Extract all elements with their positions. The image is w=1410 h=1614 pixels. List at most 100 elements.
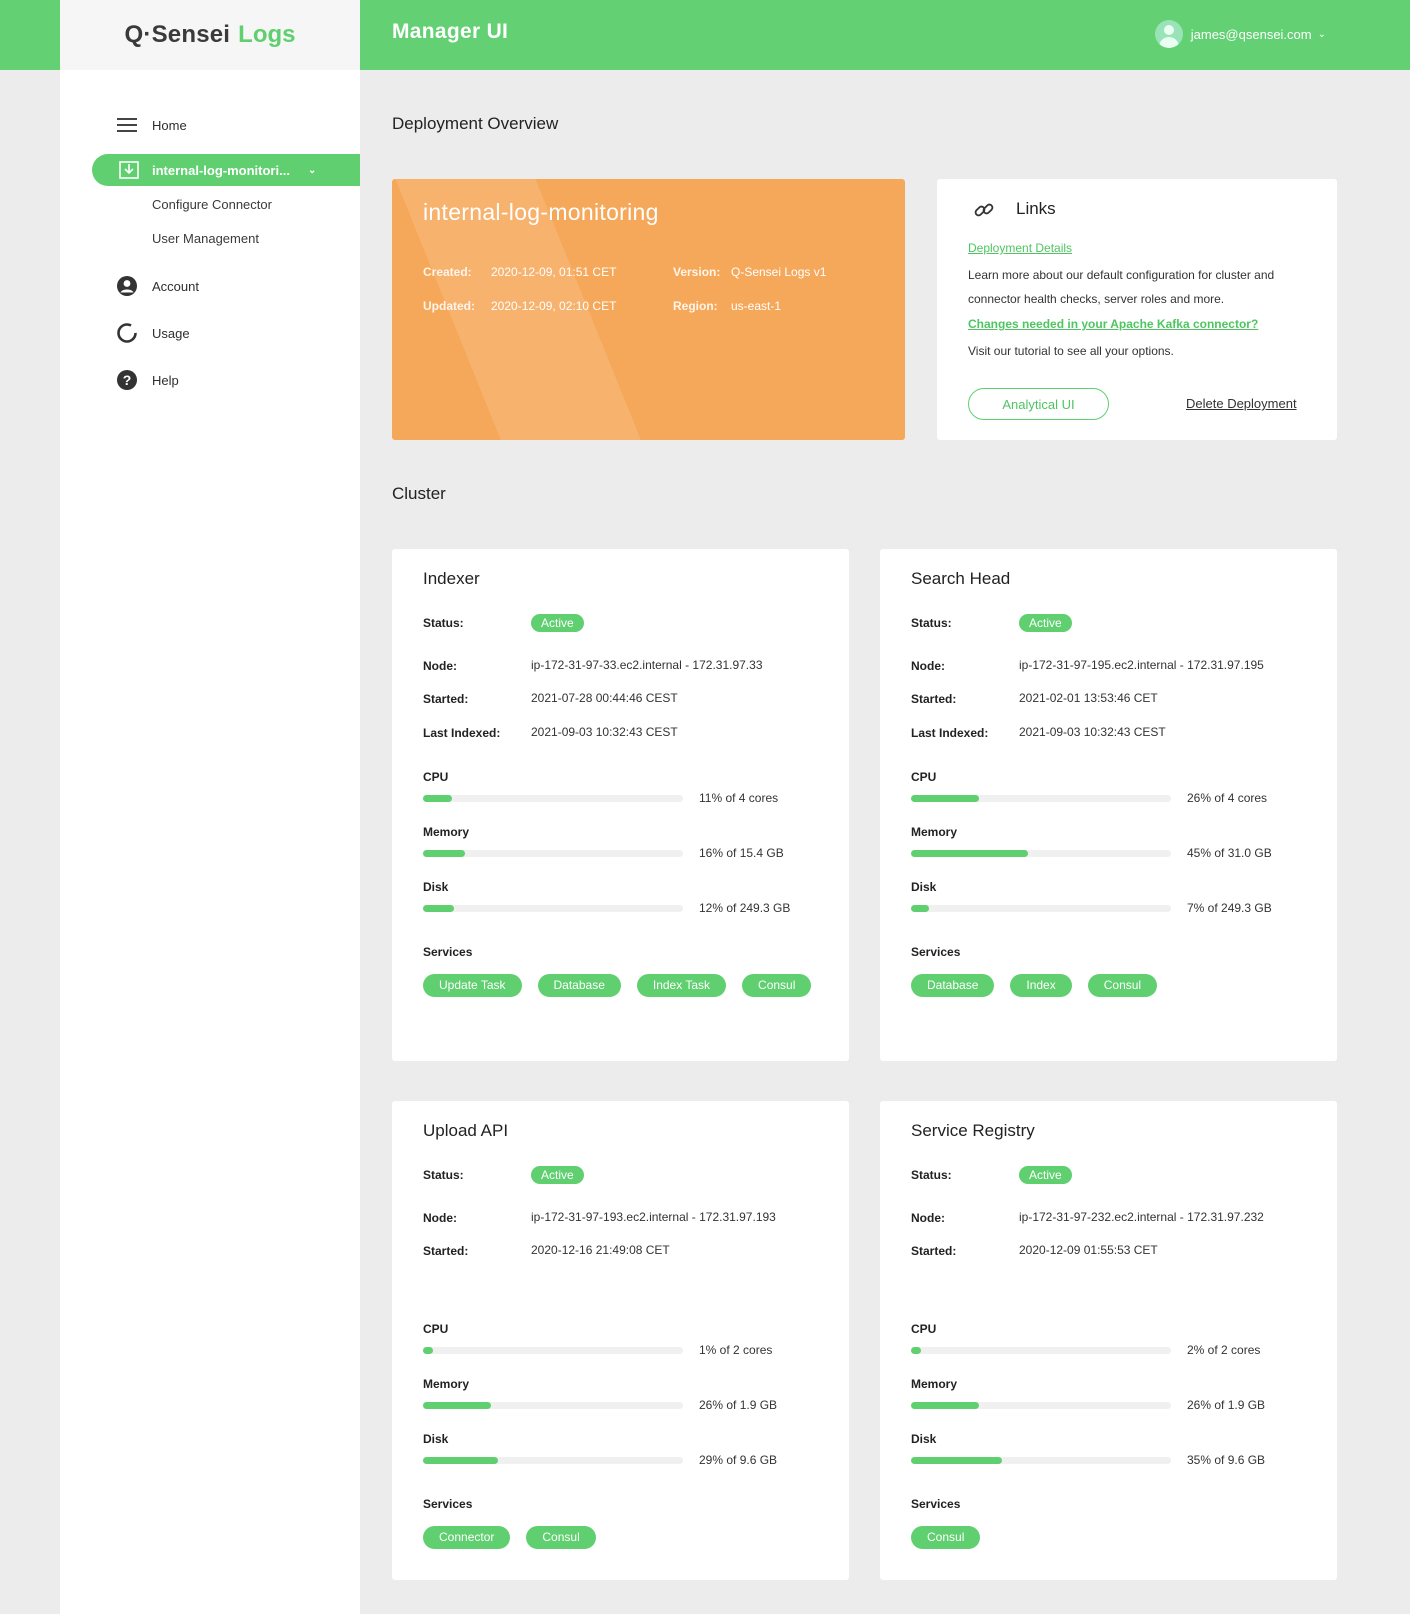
memory-label: Memory [911, 825, 958, 839]
analytical-ui-button[interactable]: Analytical UI [968, 388, 1109, 420]
sidebar-item-home[interactable]: Home [116, 114, 187, 136]
service-tag[interactable]: Consul [742, 974, 812, 997]
links-description: Learn more about our default configurati… [968, 268, 1275, 306]
logo[interactable]: Q·Sensei Logs [60, 0, 360, 70]
memory-value: 26% of 1.9 GB [1187, 1398, 1266, 1412]
disk-bar-fill [423, 905, 455, 912]
service-tag[interactable]: Consul [1087, 974, 1158, 997]
user-menu[interactable]: james@qsensei.com ⌄ [1154, 20, 1326, 48]
last-indexed-label: Last Indexed: [911, 726, 989, 740]
memory-value: 16% of 15.4 GB [699, 846, 784, 860]
disk-bar [911, 905, 1171, 912]
sidebar-item-help[interactable]: ? Help [116, 369, 179, 391]
version-value: Q-Sensei Logs v1 [731, 265, 827, 279]
started-label: Started: [423, 692, 469, 706]
status-badge: Active [531, 614, 584, 632]
region-value: us-east-1 [731, 299, 782, 313]
memory-bar [423, 1402, 683, 1409]
deployment-overview-card: internal-log-monitoring Created: 2020-12… [392, 179, 905, 440]
sidebar-item-label: Home [152, 117, 187, 133]
status-label: Status: [423, 616, 464, 630]
cpu-bar [423, 795, 683, 802]
memory-bar-fill [911, 850, 1028, 857]
cpu-value: 26% of 4 cores [1187, 791, 1268, 805]
service-tag[interactable]: Index Task [636, 974, 727, 997]
region-label: Region: [673, 299, 718, 313]
memory-bar [911, 1402, 1171, 1409]
download-box-icon [118, 159, 140, 181]
cpu-label: CPU [911, 770, 937, 784]
user-email: james@qsensei.com [1190, 26, 1312, 42]
memory-value: 45% of 31.0 GB [1187, 846, 1272, 860]
section-title-deployment-overview: Deployment Overview [392, 114, 559, 133]
service-tag[interactable]: Database [537, 974, 621, 997]
cpu-bar-fill [423, 795, 452, 802]
disk-bar-fill [911, 905, 930, 912]
node-label: Node: [423, 1211, 457, 1225]
updated-label: Updated: [423, 299, 475, 313]
disk-label: Disk [423, 880, 449, 894]
service-tag[interactable]: Update Task [423, 974, 522, 997]
links-title: Links [1016, 199, 1056, 218]
disk-bar-fill [911, 1457, 1002, 1464]
started-value: 2021-02-01 13:53:46 CET [1019, 691, 1158, 705]
cpu-bar [911, 1347, 1171, 1354]
cluster-card-title: Indexer [423, 569, 480, 588]
tutorial-text: Visit our tutorial to see all your optio… [968, 344, 1174, 358]
service-tag[interactable]: Consul [526, 1526, 596, 1549]
deployment-details-link[interactable]: Deployment Details [968, 241, 1072, 255]
logo-accent-text: Logs [238, 21, 296, 48]
disk-bar [423, 905, 683, 912]
version-label: Version: [673, 265, 721, 279]
created-value: 2020-12-09, 01:51 CET [491, 265, 617, 279]
service-tag[interactable]: Connector [423, 1526, 511, 1549]
status-badge: Active [1019, 614, 1072, 632]
started-label: Started: [911, 692, 957, 706]
started-value: 2021-07-28 00:44:46 CEST [531, 691, 678, 705]
usage-icon [116, 322, 138, 344]
cpu-bar-fill [911, 1347, 921, 1354]
kafka-connector-link[interactable]: Changes needed in your Apache Kafka conn… [968, 317, 1258, 331]
services-list: Consul [911, 1526, 1311, 1549]
created-label: Created: [423, 265, 472, 279]
chevron-down-icon: ⌄ [307, 164, 317, 176]
memory-label: Memory [423, 1377, 470, 1391]
services-list: Update Task Database Index Task Consul [423, 974, 823, 997]
cluster-card-service-registry: Service Registry Status: Active Node: ip… [880, 1101, 1337, 1580]
help-icon: ? [116, 369, 138, 391]
chevron-down-icon: ⌄ [1317, 28, 1326, 40]
sidebar-item-deployment[interactable]: internal-log-monitori... ⌄ [92, 154, 360, 186]
memory-label: Memory [911, 1377, 958, 1391]
account-icon [116, 275, 138, 297]
started-label: Started: [423, 1244, 469, 1258]
sidebar: Home internal-log-monitori... ⌄ Configur… [60, 70, 360, 1614]
started-value: 2020-12-09 01:55:53 CET [1019, 1243, 1158, 1257]
sidebar-item-account[interactable]: Account [116, 275, 199, 297]
cpu-value: 11% of 4 cores [699, 791, 779, 805]
disk-bar-fill [423, 1457, 499, 1464]
cluster-card-upload-api: Upload API Status: Active Node: ip-172-3… [392, 1101, 849, 1580]
delete-deployment-button[interactable]: Delete Deployment [1186, 396, 1297, 411]
service-tag[interactable]: Database [911, 974, 995, 997]
cpu-label: CPU [423, 1322, 449, 1336]
disk-value: 35% of 9.6 GB [1187, 1453, 1266, 1467]
cluster-card-title: Search Head [911, 569, 1011, 588]
sidebar-subitem-user-management[interactable]: User Management [152, 231, 259, 246]
node-label: Node: [911, 1211, 945, 1225]
service-tag[interactable]: Index [1010, 974, 1072, 997]
status-label: Status: [911, 616, 952, 630]
cluster-card-title: Service Registry [911, 1121, 1035, 1140]
sidebar-item-usage[interactable]: Usage [116, 322, 190, 344]
services-list: Connector Consul [423, 1526, 823, 1549]
memory-bar [911, 850, 1171, 857]
status-badge: Active [531, 1166, 584, 1184]
sidebar-subitem-configure-connector[interactable]: Configure Connector [152, 197, 272, 212]
status-badge: Active [1019, 1166, 1072, 1184]
memory-label: Memory [423, 825, 470, 839]
disk-label: Disk [423, 1432, 449, 1446]
link-icon [973, 199, 995, 221]
menu-icon [116, 114, 138, 136]
cpu-label: CPU [911, 1322, 937, 1336]
service-tag[interactable]: Consul [911, 1526, 981, 1549]
memory-bar-fill [423, 1402, 491, 1409]
